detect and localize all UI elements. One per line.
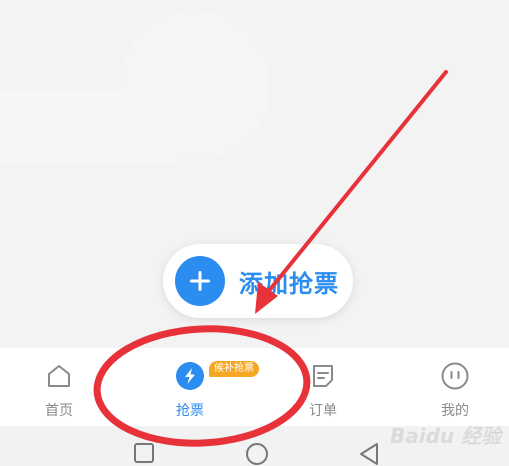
annotation-overlay xyxy=(93,70,448,447)
annotation-arrow-line xyxy=(266,70,448,294)
annotation-circle xyxy=(93,325,311,447)
watermark: Baidu 经验 xyxy=(390,424,502,448)
